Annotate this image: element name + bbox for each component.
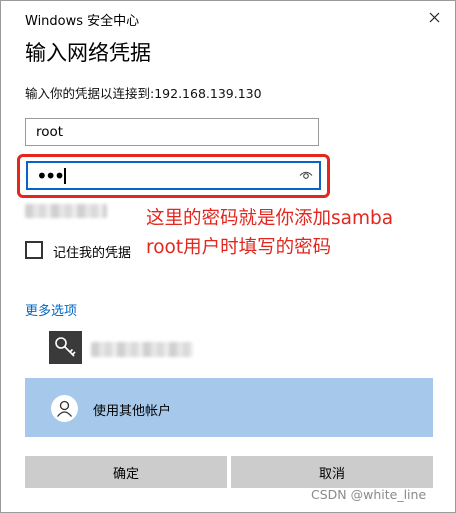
cancel-button[interactable]: 取消 <box>231 456 433 488</box>
key-icon <box>55 337 76 357</box>
watermark: CSDN @white_line <box>311 487 427 502</box>
ok-button-label: 确定 <box>112 466 139 482</box>
username-input[interactable]: root <box>25 118 319 146</box>
close-icon <box>429 12 439 22</box>
use-other-account-option[interactable]: 使用其他帐户 <box>25 378 433 437</box>
certificate-tile <box>49 331 82 364</box>
certificate-account-option[interactable] <box>49 331 209 365</box>
avatar <box>51 395 78 422</box>
use-other-account-label: 使用其他帐户 <box>93 404 172 419</box>
eye-icon[interactable] <box>299 170 313 180</box>
window-title: Windows 安全中心 <box>25 14 140 29</box>
password-input[interactable]: ••• <box>26 161 321 190</box>
annotation-line-1: 这里的密码就是你添加samba <box>146 208 394 229</box>
remember-label: 记住我的凭据 <box>53 246 132 261</box>
text-caret <box>64 168 66 184</box>
connection-prompt: 输入你的凭据以连接到:192.168.139.130 <box>25 86 262 101</box>
ok-button[interactable]: 确定 <box>25 456 227 488</box>
annotation-line-2: root用户时填写的密码 <box>146 237 332 258</box>
blurred-domain-text <box>25 204 107 218</box>
password-mask: ••• <box>36 164 65 188</box>
remember-checkbox[interactable] <box>25 241 43 259</box>
dialog-heading: 输入网络凭据 <box>25 41 151 65</box>
credential-dialog: Windows 安全中心 输入网络凭据 输入你的凭据以连接到:192.168.1… <box>0 0 456 513</box>
blurred-account-name <box>91 342 193 357</box>
username-value: root <box>36 124 64 140</box>
person-icon <box>56 400 73 417</box>
more-options-link[interactable]: 更多选项 <box>25 300 77 319</box>
close-button[interactable] <box>419 4 449 30</box>
cancel-button-label: 取消 <box>318 466 345 482</box>
